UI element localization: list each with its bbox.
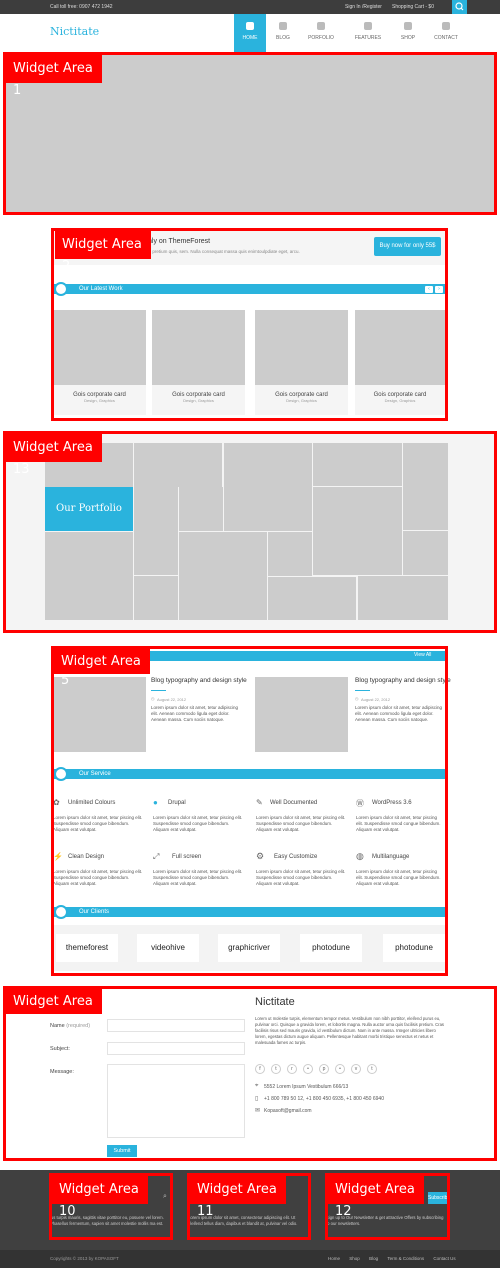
cart-link[interactable]: Shopping Cart - $0 (392, 4, 434, 10)
copyright-text: Copyrights © 2013 by KOPASOFT (50, 1256, 119, 1261)
widget-area-12-label: Widget Area 12 (328, 1176, 424, 1219)
footer-link-blog[interactable]: Blog (369, 1256, 378, 1261)
footer-nav: Home Shop Blog Term & Conditions Contact… (320, 1256, 456, 1261)
star-icon (364, 22, 372, 30)
pencil-icon (279, 22, 287, 30)
nav-blog[interactable]: BLOG (267, 14, 299, 52)
widget-area-17-label: Widget Area 17 (6, 989, 102, 1028)
widget-area-11-label: Widget Area 11 (190, 1176, 286, 1219)
footer-link-terms[interactable]: Term & Conditions (387, 1256, 424, 1261)
footer-link-shop[interactable]: Shop (349, 1256, 360, 1261)
nav-shop[interactable]: SHOP (392, 14, 424, 52)
phone-text: Call toll free: 0907 472 1942 (50, 4, 113, 10)
widget-area-1-label: Widget Area 1 (6, 55, 102, 98)
nav-features[interactable]: FEATURES (350, 14, 386, 52)
widget-area-5-frame (51, 646, 448, 976)
search-button[interactable] (452, 0, 467, 14)
contact-icon (442, 22, 450, 30)
search-icon (455, 2, 464, 11)
gift-icon (404, 22, 412, 30)
nav-contact[interactable]: CONTACT (428, 14, 464, 52)
footer-link-home[interactable]: Home (328, 1256, 340, 1261)
signin-link[interactable]: Sign In /Register (345, 4, 382, 10)
footer-link-contact[interactable]: Contact Us (433, 1256, 455, 1261)
widget-area-2-label: Widget Area 2 (55, 231, 151, 274)
nav-home[interactable]: HOME (234, 14, 266, 52)
widget-area-5-label: Widget Area 5 (54, 649, 150, 688)
site-logo[interactable]: Nictitate (50, 25, 99, 38)
widget-area-13-label: Widget Area 13 (6, 434, 102, 477)
grid-icon (317, 22, 325, 30)
top-bar: Call toll free: 0907 472 1942 Sign In /R… (0, 0, 500, 14)
home-icon (246, 22, 254, 30)
widget-area-10-label: Widget Area 10 (52, 1176, 148, 1219)
nav-portfolio[interactable]: PORFOLIO (305, 14, 337, 52)
